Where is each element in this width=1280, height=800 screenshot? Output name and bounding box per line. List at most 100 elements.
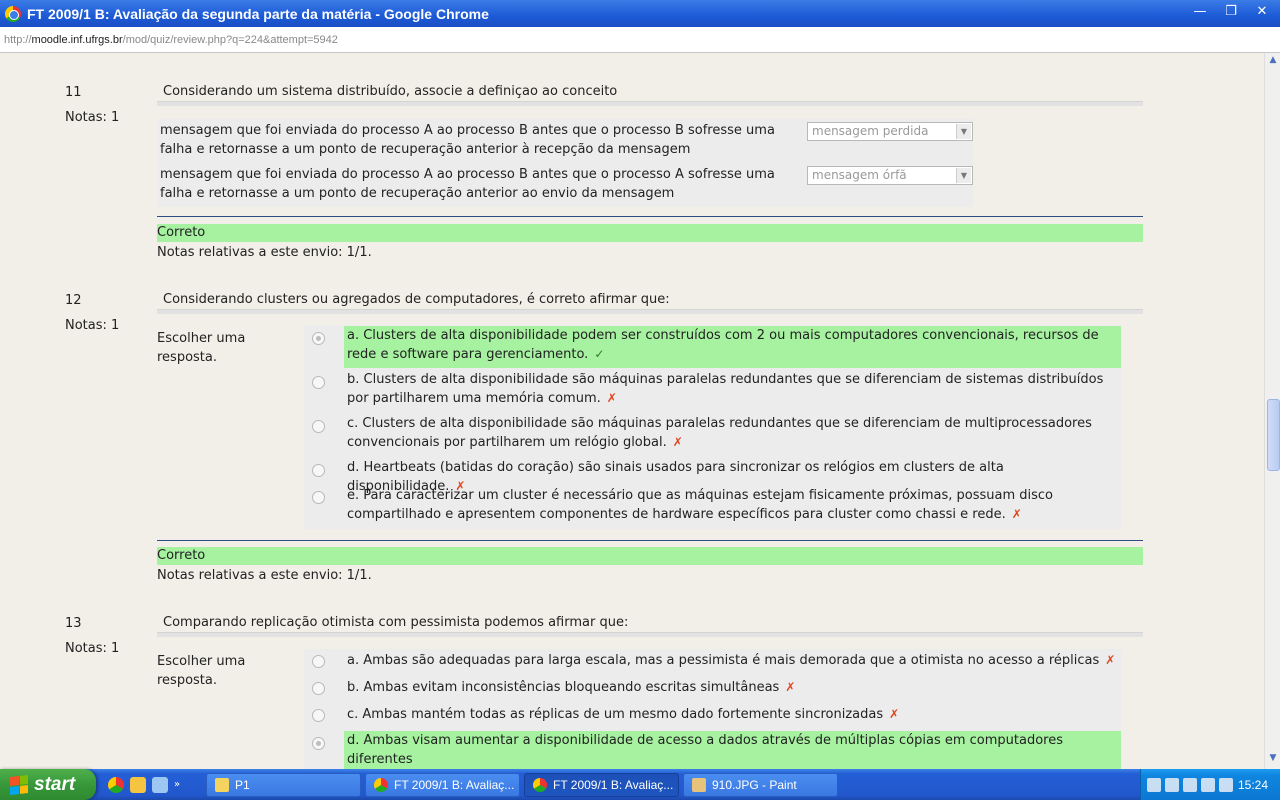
minimize-icon[interactable]: — (1186, 2, 1214, 22)
match-select-value: mensagem perdida (812, 124, 929, 138)
question-grade: Notas: 1 (65, 110, 120, 125)
question-text: Considerando um sistema distribuído, ass… (163, 84, 618, 99)
answer-text: a. Ambas são adequadas para larga escala… (347, 653, 1116, 668)
match-table: mensagem que foi enviada do processo A a… (157, 119, 973, 207)
answer-text: c. Ambas mantém todas as réplicas de um … (347, 707, 900, 722)
url-host: moodle.inf.ufrgs.br (31, 34, 123, 46)
match-select[interactable]: mensagem perdida ▼ (807, 122, 973, 141)
answer-option[interactable]: c. Ambas mantém todas as réplicas de um … (304, 703, 1121, 730)
task-buttons: P1 FT 2009/1 B: Avaliaç... FT 2009/1 B: … (206, 772, 838, 797)
security-icon[interactable] (1183, 777, 1197, 792)
chrome-icon (5, 5, 21, 22)
choose-answer-label: Escolher uma resposta. (157, 331, 246, 365)
task-button-paint[interactable]: 910.JPG - Paint (683, 772, 838, 797)
cross-icon: ✗ (889, 707, 900, 721)
question-text: Comparando replicação otimista com pessi… (163, 615, 629, 630)
radio-button[interactable] (312, 332, 325, 345)
chevron-right-icon[interactable]: » (174, 779, 180, 790)
clock: 15:24 (1237, 777, 1268, 792)
result-correct-banner: Correto (157, 224, 1143, 242)
radio-button[interactable] (312, 491, 325, 504)
answer-text: b. Clusters de alta disponibilidade são … (347, 372, 1104, 406)
choose-answer-label: Escolher uma resposta. (157, 654, 246, 688)
radio-button[interactable] (312, 376, 325, 389)
url-path: /mod/quiz/review.php?q=224&attempt=5942 (122, 34, 338, 46)
vertical-scrollbar[interactable]: ▲ ▼ (1264, 53, 1280, 769)
scroll-up-icon[interactable]: ▲ (1267, 55, 1279, 69)
question-divider (157, 632, 1143, 637)
chrome-icon (374, 777, 388, 792)
match-definition: mensagem que foi enviada do processo A a… (160, 167, 775, 201)
task-label: P1 (235, 777, 250, 792)
address-bar[interactable]: http://moodle.inf.ufrgs.br/mod/quiz/revi… (0, 27, 1280, 53)
answer-text: e. Para caracterizar um cluster é necess… (347, 488, 1053, 522)
answer-option[interactable]: d. Heartbeats (batidas do coração) são s… (304, 457, 1121, 494)
answer-option[interactable]: c. Clusters de alta disponibilidade são … (304, 413, 1121, 457)
answer-text: c. Clusters de alta disponibilidade são … (347, 416, 1092, 450)
answer-option[interactable]: d. Ambas visam aumentar a disponibilidad… (304, 730, 1121, 769)
window-title: FT 2009/1 B: Avaliação da segunda parte … (27, 5, 489, 22)
radio-button[interactable] (312, 709, 325, 722)
scroll-down-icon[interactable]: ▼ (1267, 753, 1279, 767)
quick-launch: » (108, 776, 200, 793)
url-prefix: http:// (4, 34, 32, 46)
restore-icon[interactable]: ❐ (1217, 2, 1245, 22)
usb-icon[interactable] (1201, 777, 1215, 792)
task-button-chrome-1[interactable]: FT 2009/1 B: Avaliaç... (365, 772, 520, 797)
question-grade: Notas: 1 (65, 641, 120, 656)
task-label: FT 2009/1 B: Avaliaç... (394, 777, 515, 792)
radio-button[interactable] (312, 682, 325, 695)
check-icon: ✓ (594, 347, 605, 361)
volume-icon[interactable] (1219, 777, 1233, 792)
match-row: mensagem que foi enviada do processo A a… (157, 119, 973, 163)
scroll-thumb[interactable] (1267, 399, 1280, 471)
cross-icon: ✗ (785, 680, 796, 694)
result-divider (157, 216, 1143, 217)
network-icon[interactable] (1147, 777, 1161, 792)
radio-button[interactable] (312, 737, 325, 750)
task-label: 910.JPG - Paint (712, 777, 797, 792)
match-row: mensagem que foi enviada do processo A a… (157, 163, 973, 207)
window-titlebar: FT 2009/1 B: Avaliação da segunda parte … (0, 0, 1280, 27)
window-controls: — ❐ ✕ (1186, 2, 1276, 22)
grade-notes: Notas relativas a este envio: 1/1. (157, 568, 372, 583)
answer-option[interactable]: a. Clusters de alta disponibilidade pode… (304, 325, 1121, 369)
start-button[interactable]: start (0, 769, 96, 800)
paint-icon (692, 777, 706, 792)
windows-logo-icon (10, 774, 28, 795)
radio-button[interactable] (312, 464, 325, 477)
task-button-p1[interactable]: P1 (206, 772, 361, 797)
answer-text: a. Clusters de alta disponibilidade pode… (344, 326, 1121, 368)
chrome-icon[interactable] (108, 776, 124, 793)
answer-option[interactable]: b. Ambas evitam inconsistências bloquean… (304, 676, 1121, 703)
question-grade: Notas: 1 (65, 318, 120, 333)
app-icon[interactable] (130, 776, 146, 793)
question-text: Considerando clusters ou agregados de co… (163, 292, 670, 307)
answer-option[interactable]: b. Clusters de alta disponibilidade são … (304, 369, 1121, 413)
chevron-down-icon: ▼ (956, 168, 971, 183)
answer-option[interactable]: a. Ambas são adequadas para larga escala… (304, 649, 1121, 676)
desktop-icon[interactable] (152, 776, 168, 793)
chevron-down-icon: ▼ (956, 124, 971, 139)
cross-icon: ✗ (1011, 507, 1022, 521)
radio-button[interactable] (312, 420, 325, 433)
question-number: 13 (65, 616, 82, 631)
cross-icon: ✗ (606, 391, 617, 405)
grade-notes: Notas relativas a este envio: 1/1. (157, 245, 372, 260)
radio-button[interactable] (312, 655, 325, 668)
match-definition: mensagem que foi enviada do processo A a… (160, 123, 775, 157)
match-select[interactable]: mensagem órfã ▼ (807, 166, 973, 185)
cross-icon: ✗ (1105, 653, 1116, 667)
task-button-chrome-2[interactable]: FT 2009/1 B: Avaliaç... (524, 772, 679, 797)
task-label: FT 2009/1 B: Avaliaç... (553, 777, 674, 792)
question-number: 11 (65, 85, 82, 100)
start-label: start (34, 773, 76, 795)
close-icon[interactable]: ✕ (1248, 2, 1276, 22)
question-divider (157, 309, 1143, 314)
answer-option[interactable]: e. Para caracterizar um cluster é necess… (304, 484, 1121, 529)
folder-icon (215, 777, 229, 792)
answer-text: d. Ambas visam aumentar a disponibilidad… (344, 731, 1121, 769)
monitor-icon[interactable] (1165, 777, 1179, 792)
answer-options: a. Clusters de alta disponibilidade pode… (304, 325, 1121, 529)
cross-icon: ✗ (672, 435, 683, 449)
